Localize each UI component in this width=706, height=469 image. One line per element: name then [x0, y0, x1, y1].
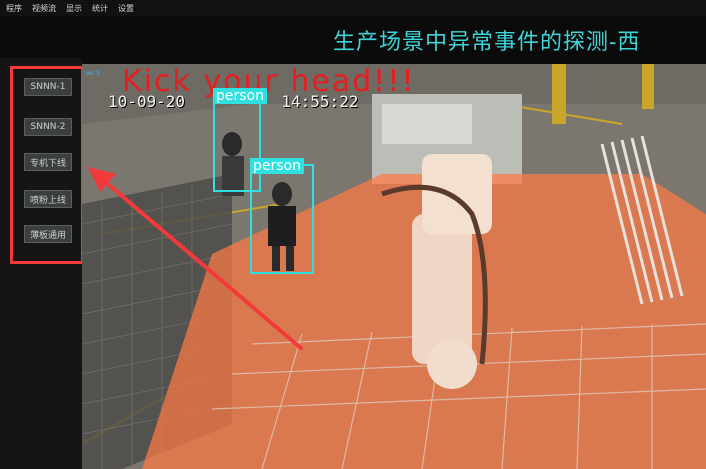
alert-text: Kick your head!!!: [122, 64, 416, 99]
stream-button-special-machine-offline[interactable]: 专机下线: [24, 153, 72, 171]
stream-button-powder-coating-online[interactable]: 喷粉上线: [24, 190, 72, 208]
stream-button-snnn-1[interactable]: SNNN-1: [24, 78, 72, 96]
person-detection-box: [250, 164, 314, 274]
page-title: 生产场景中异常事件的探测-西: [333, 30, 641, 55]
menu-video-stream[interactable]: 视频流: [32, 3, 56, 14]
menu-settings[interactable]: 设置: [118, 3, 134, 14]
person-detection-label: person: [250, 158, 304, 174]
overlay-tag: ws 3: [86, 70, 100, 77]
title-banner: 生产场景中异常事件的探测-西: [0, 18, 706, 58]
video-feed: ws 3 10-09-20 14:55:22 Kick your head!!!…: [82, 64, 706, 469]
stream-button-group-highlight: SNNN-1 SNNN-2 专机下线 喷粉上线 薄板通用: [10, 66, 84, 264]
menu-program[interactable]: 程序: [6, 3, 22, 14]
menu-statistics[interactable]: 统计: [92, 3, 108, 14]
stream-button-snnn-2[interactable]: SNNN-2: [24, 118, 72, 136]
stream-button-thin-plate-general[interactable]: 薄板通用: [24, 225, 72, 243]
menu-display[interactable]: 显示: [66, 3, 82, 14]
menu-bar: 程序 视频流 显示 统计 设置: [0, 0, 706, 16]
person-detection-label: person: [213, 88, 267, 104]
factory-scene-graphic: [82, 64, 706, 469]
